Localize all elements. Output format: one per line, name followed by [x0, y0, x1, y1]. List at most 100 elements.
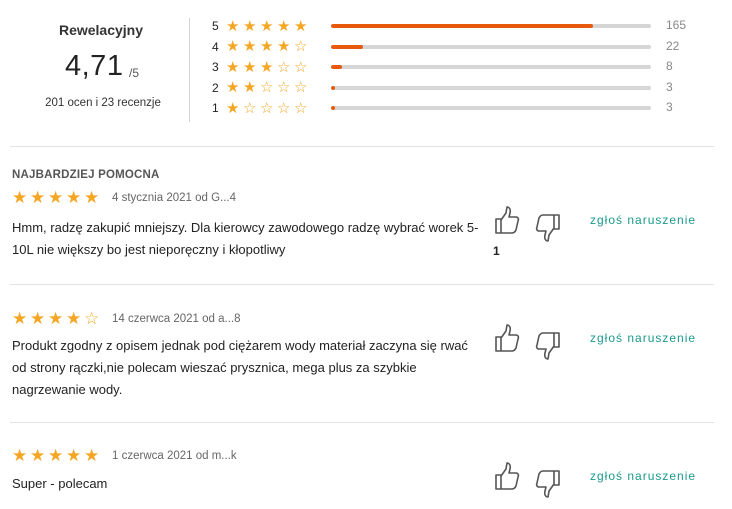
distribution-count: 8	[666, 59, 673, 73]
distribution-bar	[331, 85, 651, 90]
distribution-stars-label: 5	[212, 19, 219, 33]
review-meta: 1 czerwca 2021 od m...k	[112, 449, 237, 462]
distribution-count: 3	[666, 79, 673, 94]
review-stars: ★ ★ ★ ★ ☆	[12, 310, 102, 327]
distribution-row: 4 ★ ★ ★ ★ ☆ 22	[212, 37, 712, 57]
star-filled-icon: ★	[260, 38, 274, 55]
thumbs-down-icon	[535, 332, 560, 360]
distribution-bar-fill	[331, 106, 335, 110]
distribution-bar-fill	[331, 24, 594, 28]
thumbs-up-button[interactable]	[493, 462, 521, 492]
star-empty-icon: ☆	[260, 79, 274, 96]
review-rating: ★ ★ ★ ★ ★ 1 czerwca 2021 od m...k	[12, 447, 237, 464]
distribution-row: 3 ★ ★ ★ ☆ ☆ 8	[212, 57, 712, 77]
distribution-stars-label: 4	[212, 39, 219, 54]
star-filled-icon: ★	[12, 446, 28, 465]
star-empty-icon: ☆	[294, 99, 308, 117]
distribution-stars: ★ ★ ☆ ☆ ☆	[226, 80, 311, 95]
summary-divider	[189, 18, 190, 122]
distribution-bar-fill	[331, 85, 335, 90]
distribution-row: 2 ★ ★ ☆ ☆ ☆ 3	[212, 78, 712, 98]
distribution-stars: ★ ☆ ☆ ☆ ☆	[226, 101, 311, 116]
thumbs-down-icon	[535, 470, 560, 498]
star-filled-icon: ★	[66, 309, 82, 328]
average-score: 4,71	[65, 50, 124, 82]
star-empty-icon: ☆	[277, 79, 291, 96]
review-meta: 14 czerwca 2021 od a...8	[112, 312, 241, 325]
star-filled-icon: ★	[84, 446, 100, 465]
distribution-stars-label: 1	[212, 101, 219, 115]
distribution-count: 22	[666, 38, 680, 53]
star-empty-icon: ☆	[294, 79, 308, 96]
review-stars: ★ ★ ★ ★ ★	[12, 189, 102, 206]
review-text: Hmm, radzę zakupić mniejszy. Dla kierowc…	[12, 220, 479, 257]
score-max: /5	[129, 66, 140, 80]
star-filled-icon: ★	[48, 309, 64, 328]
star-filled-icon: ★	[30, 188, 46, 207]
star-filled-icon: ★	[243, 79, 257, 96]
review-item: NAJBARDZIEJ POMOCNA ★ ★ ★ ★ ★ 4 stycznia 202…	[12, 146, 722, 284]
review-text: Produkt zgodny z opisem jednak pod cięża…	[12, 338, 468, 397]
distribution-stars: ★ ★ ★ ☆ ☆	[226, 60, 311, 75]
star-filled-icon: ★	[277, 38, 291, 55]
thumbs-up-icon	[495, 206, 520, 234]
thumbs-down-icon	[535, 214, 560, 242]
thumbs-down-button[interactable]	[534, 330, 562, 360]
distribution-stars-label: 3	[212, 60, 219, 74]
star-filled-icon: ★	[260, 17, 274, 35]
star-filled-icon: ★	[66, 446, 82, 465]
distribution-stars-label: 2	[212, 80, 219, 95]
star-filled-icon: ★	[66, 188, 82, 207]
distribution-bar-fill	[331, 65, 343, 69]
distribution-bar-fill	[331, 44, 363, 49]
thumbs-up-button[interactable]	[493, 324, 521, 354]
review-meta: 4 stycznia 2021 od G...4	[112, 191, 237, 204]
report-link[interactable]: zgłoś naruszenie	[590, 213, 696, 227]
star-filled-icon: ★	[226, 79, 240, 96]
review-text: Super - polecam	[12, 476, 108, 491]
star-filled-icon: ★	[243, 58, 257, 76]
star-filled-icon: ★	[277, 17, 291, 35]
report-link[interactable]: zgłoś naruszenie	[590, 469, 696, 483]
thumbs-down-button[interactable]	[534, 468, 562, 498]
report-link[interactable]: zgłoś naruszenie	[590, 331, 696, 345]
thumbs-up-button[interactable]	[493, 206, 521, 236]
star-filled-icon: ★	[243, 17, 257, 35]
thumbs-up-icon	[495, 324, 520, 352]
star-filled-icon: ★	[30, 446, 46, 465]
star-filled-icon: ★	[294, 17, 308, 35]
star-empty-icon: ☆	[84, 309, 100, 328]
review-item: ★ ★ ★ ★ ☆ 14 czerwca 2021 od a...8 Produkt z…	[12, 284, 722, 422]
most-helpful-badge: NAJBARDZIEJ POMOCNA	[12, 169, 160, 181]
star-filled-icon: ★	[84, 188, 100, 207]
star-empty-icon: ☆	[243, 99, 257, 117]
star-empty-icon: ☆	[294, 38, 308, 55]
distribution-bar	[331, 65, 651, 69]
star-filled-icon: ★	[30, 309, 46, 328]
rating-label: Rewelacyjny	[58, 22, 144, 38]
distribution-bar	[331, 106, 651, 110]
star-empty-icon: ☆	[277, 99, 291, 117]
score-box: Rewelacyjny 4,71 /5 201 ocen i 23 recenz…	[0, 0, 190, 146]
star-filled-icon: ★	[12, 309, 28, 328]
rating-summary: Rewelacyjny 4,71 /5 201 ocen i 23 recenz…	[0, 0, 732, 146]
star-filled-icon: ★	[260, 58, 274, 76]
helpful-count: 1	[493, 244, 500, 258]
distribution-row: 5 ★ ★ ★ ★ ★ 165	[212, 16, 712, 36]
distribution-row: 1 ★ ☆ ☆ ☆ ☆ 3	[212, 98, 712, 118]
star-filled-icon: ★	[243, 38, 257, 55]
star-empty-icon: ☆	[260, 99, 274, 117]
review-stars: ★ ★ ★ ★ ★	[12, 447, 102, 464]
thumbs-up-icon	[495, 462, 520, 490]
ratings-count: 201 ocen i 23 recenzje	[45, 97, 161, 109]
thumbs-down-button[interactable]	[534, 212, 562, 242]
star-filled-icon: ★	[226, 38, 240, 55]
star-filled-icon: ★	[226, 58, 240, 76]
review-rating: ★ ★ ★ ★ ★ 4 stycznia 2021 od G...4	[12, 189, 236, 206]
distribution-bar	[331, 24, 651, 28]
star-filled-icon: ★	[48, 446, 64, 465]
star-empty-icon: ☆	[294, 58, 308, 76]
review-item: ★ ★ ★ ★ ★ 1 czerwca 2021 od m...k Super - po…	[12, 422, 722, 509]
review-rating: ★ ★ ★ ★ ☆ 14 czerwca 2021 od a...8	[12, 310, 241, 327]
star-empty-icon: ☆	[277, 58, 291, 76]
